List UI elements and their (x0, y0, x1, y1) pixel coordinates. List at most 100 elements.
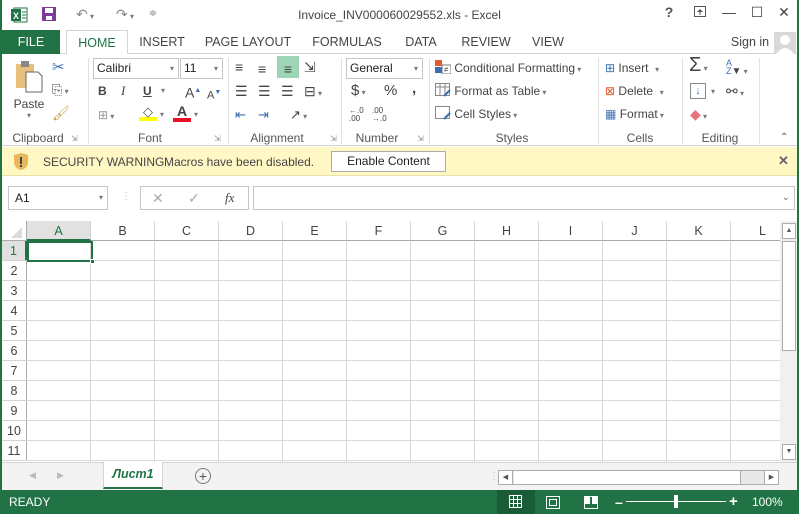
close-button[interactable]: ✕ (772, 4, 796, 24)
worksheet-grid[interactable]: ABCDEFGHIJKL 1 2 3 4 5 6 7 8 9 10 11 (2, 221, 780, 462)
middle-align-icon[interactable]: ≡ (258, 60, 266, 78)
row-header[interactable]: 7 (2, 361, 27, 381)
row-header[interactable]: 8 (2, 381, 27, 401)
row-header[interactable]: 9 (2, 401, 27, 421)
shrink-font-button[interactable]: A▼ (207, 84, 221, 105)
tab-view[interactable]: VIEW (526, 30, 570, 54)
insert-cells-button[interactable]: ⊞ Insert ▾ (605, 59, 659, 79)
format-as-table-button[interactable]: Format as Table ▾ (435, 82, 546, 102)
insert-function-icon[interactable]: fx (225, 190, 234, 206)
underline-button[interactable]: U (143, 82, 152, 100)
align-right-icon[interactable]: ☰ (281, 82, 294, 100)
cancel-icon[interactable]: ✕ (152, 190, 164, 207)
horizontal-scrollbar[interactable]: ◀ ▶ (498, 470, 779, 485)
comma-button[interactable]: , (412, 80, 416, 98)
column-header[interactable]: C (155, 221, 219, 241)
horizontal-scroll-thumb[interactable] (514, 471, 741, 484)
fill-color-dropdown-icon[interactable]: ▾ (160, 106, 164, 124)
increase-decimal-button[interactable]: ←.0.00 (349, 107, 369, 123)
tab-review[interactable]: REVIEW (458, 30, 514, 54)
tab-insert[interactable]: INSERT (132, 30, 192, 54)
grow-font-button[interactable]: A▲ (185, 82, 201, 102)
scroll-left-button[interactable]: ◀ (499, 471, 513, 484)
decrease-indent-icon[interactable]: ⇤ (235, 106, 246, 124)
row-header[interactable]: 4 (2, 301, 27, 321)
format-painter-icon[interactable]: 🖌 (52, 104, 70, 122)
row-header[interactable]: 5 (2, 321, 27, 341)
paste-button[interactable]: Paste ▾ (12, 58, 46, 128)
prev-sheet-icon[interactable]: ◀ (29, 470, 36, 481)
bold-button[interactable]: B (98, 82, 107, 100)
italic-button[interactable]: I (121, 82, 125, 100)
conditional-formatting-button[interactable]: ≠ Conditional Formatting ▾ (435, 59, 581, 79)
font-color-icon[interactable]: A (173, 104, 191, 122)
clipboard-launcher-icon[interactable]: ⇲ (71, 134, 78, 143)
delete-cells-button[interactable]: ⊠ Delete ▾ (605, 82, 664, 102)
merge-center-icon[interactable]: ⊟ ▾ (304, 82, 322, 103)
top-align-icon[interactable]: ≡ (235, 58, 243, 76)
row-header[interactable]: 6 (2, 341, 27, 361)
fill-dropdown-icon[interactable]: ▾ (711, 83, 715, 101)
sign-in-link[interactable]: Sign in (728, 30, 772, 54)
font-launcher-icon[interactable]: ⇲ (214, 134, 221, 143)
column-header[interactable]: I (539, 221, 603, 241)
column-header[interactable]: A (27, 221, 91, 241)
select-all-button[interactable] (2, 221, 27, 241)
tab-page-layout[interactable]: PAGE LAYOUT (200, 30, 296, 54)
column-header[interactable]: D (219, 221, 283, 241)
wrap-text-icon[interactable]: ⇲ (304, 58, 316, 76)
fill-color-icon[interactable]: ◇ (139, 104, 157, 122)
zoom-in-button[interactable]: + (729, 493, 738, 510)
column-header[interactable]: H (475, 221, 539, 241)
fill-icon[interactable]: ↓ (690, 83, 706, 99)
orientation-icon[interactable]: ↗ ▾ (290, 106, 307, 126)
number-launcher-icon[interactable]: ⇲ (417, 134, 424, 143)
formula-bar-splitter[interactable]: ⋮ (121, 191, 131, 202)
add-sheet-button[interactable]: + (195, 468, 211, 484)
vertical-scroll-thumb[interactable] (782, 241, 796, 351)
name-box[interactable]: A1 ▾ (8, 186, 108, 210)
zoom-slider-thumb[interactable] (674, 495, 678, 508)
scroll-up-button[interactable]: ▲ (782, 223, 796, 239)
align-left-icon[interactable]: ☰ (235, 82, 248, 100)
zoom-level[interactable]: 100% (752, 495, 783, 509)
page-break-view-button[interactable] (583, 495, 599, 512)
column-header[interactable]: E (283, 221, 347, 241)
enter-icon[interactable]: ✓ (188, 190, 200, 207)
scroll-right-button[interactable]: ▶ (764, 471, 778, 484)
font-size-select[interactable]: 11 ▾ (180, 58, 223, 79)
sheet-tab-list1[interactable]: Лист1 (103, 462, 163, 489)
clear-button[interactable]: ◆ ▾ (690, 105, 707, 126)
fill-handle[interactable] (90, 259, 95, 264)
column-header[interactable]: F (347, 221, 411, 241)
find-select-button[interactable]: ⚯ ▾ (726, 82, 744, 103)
row-header[interactable]: 1 (2, 241, 27, 261)
collapse-ribbon-icon[interactable]: ⌃ (780, 132, 788, 143)
cell-styles-button[interactable]: Cell Styles ▾ (435, 105, 517, 125)
help-button[interactable]: ? (657, 4, 681, 24)
column-header[interactable]: L (731, 221, 780, 241)
tab-home[interactable]: HOME (66, 30, 128, 55)
minimize-button[interactable]: — (717, 4, 741, 24)
selected-cell[interactable] (27, 241, 93, 262)
percent-button[interactable]: % (384, 82, 397, 100)
avatar[interactable] (774, 32, 796, 54)
vertical-scrollbar[interactable]: ▲ ▼ (780, 221, 797, 462)
borders-icon[interactable]: ⊞ ▾ (98, 106, 114, 126)
page-layout-view-button[interactable] (545, 495, 561, 512)
autosum-button[interactable]: Σ ▾ (689, 55, 708, 78)
format-cells-button[interactable]: ▦ Format ▾ (605, 105, 664, 125)
expand-formula-icon[interactable]: ⌄ (782, 187, 790, 209)
row-header[interactable]: 3 (2, 281, 27, 301)
row-header[interactable]: 11 (2, 441, 27, 461)
underline-dropdown-icon[interactable]: ▾ (161, 82, 165, 100)
bottom-align-icon[interactable]: ≡ (277, 56, 299, 78)
column-header[interactable]: K (667, 221, 731, 241)
next-sheet-icon[interactable]: ▶ (57, 470, 64, 481)
row-header[interactable]: 2 (2, 261, 27, 281)
cut-icon[interactable]: ✂ (52, 59, 65, 77)
scroll-down-button[interactable]: ▼ (782, 444, 796, 460)
column-header[interactable]: G (411, 221, 475, 241)
currency-button[interactable]: $ ▾ (351, 82, 366, 102)
number-format-select[interactable]: General ▾ (346, 58, 423, 79)
